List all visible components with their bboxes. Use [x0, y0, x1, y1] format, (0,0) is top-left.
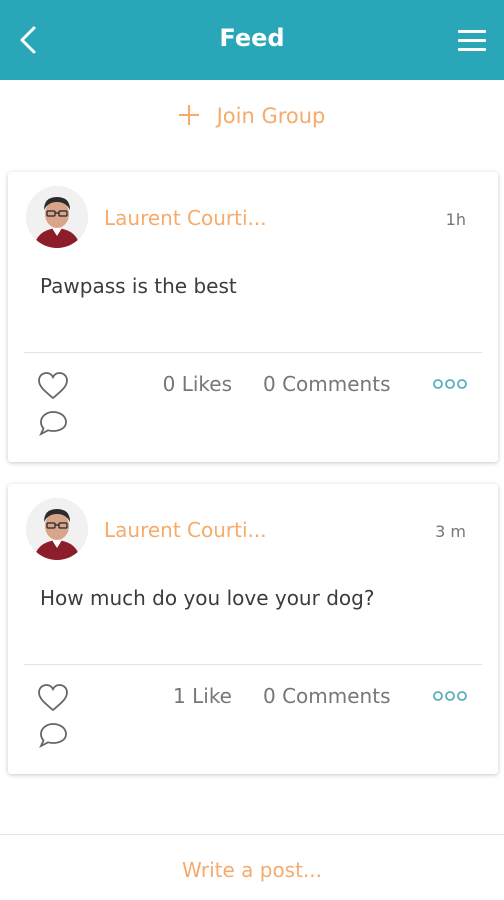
app-header: Feed [0, 0, 504, 80]
avatar[interactable] [26, 498, 88, 560]
post-author[interactable]: Laurent Courti... [104, 518, 267, 542]
post-card: Laurent Courti... 3 m How much do you lo… [8, 484, 498, 774]
likes-count[interactable]: 0 Likes [163, 372, 232, 396]
post-text: Pawpass is the best [40, 274, 237, 298]
comment-icon[interactable] [36, 720, 70, 750]
comments-count[interactable]: 0 Comments [263, 684, 391, 708]
post-time: 3 m [435, 522, 466, 541]
divider [24, 664, 482, 665]
join-group-button[interactable]: Join Group [0, 104, 504, 144]
avatar[interactable] [26, 186, 88, 248]
hamburger-line [458, 48, 486, 51]
more-options-icon[interactable] [432, 372, 468, 396]
plus-icon [178, 105, 199, 125]
avatar-image [26, 498, 88, 560]
post-time: 1h [445, 210, 466, 229]
avatar-image [26, 186, 88, 248]
more-options-icon[interactable] [432, 684, 468, 708]
comments-count[interactable]: 0 Comments [263, 372, 391, 396]
post-card: Laurent Courti... 1h Pawpass is the best… [8, 172, 498, 462]
page-title: Feed [219, 24, 285, 52]
heart-icon[interactable] [36, 682, 70, 714]
write-post-input[interactable]: Write a post... [0, 858, 504, 882]
divider [24, 352, 482, 353]
comment-icon[interactable] [36, 408, 70, 438]
post-author[interactable]: Laurent Courti... [104, 206, 267, 230]
hamburger-line [458, 39, 486, 42]
post-text: How much do you love your dog? [40, 586, 375, 610]
menu-button[interactable] [456, 27, 490, 55]
heart-icon[interactable] [36, 370, 70, 402]
likes-count[interactable]: 1 Like [173, 684, 232, 708]
composer-divider [0, 834, 504, 835]
join-group-label: Join Group [216, 104, 326, 128]
hamburger-menu-icon [458, 30, 486, 33]
